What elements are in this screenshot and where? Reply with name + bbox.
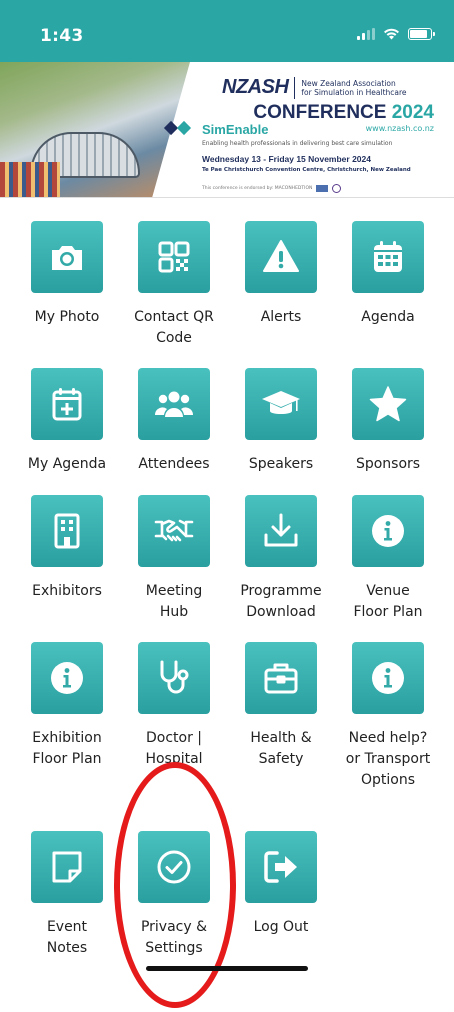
event-notes-button[interactable] [31, 831, 103, 903]
menu-item-programme-download[interactable]: Programme Download [228, 495, 334, 623]
speakers-button[interactable] [245, 368, 317, 440]
endorser-logo-icon [316, 185, 329, 192]
qr-code-icon [158, 241, 190, 273]
menu-item-label: Contact QR Code [134, 309, 214, 346]
star-icon [369, 386, 407, 422]
calendar-plus-icon [52, 388, 82, 421]
menu-item-log-out[interactable]: Log Out [228, 831, 334, 938]
menu-item-label: Exhibition Floor Plan [32, 730, 102, 767]
menu-item-label: Programme Download [240, 583, 322, 620]
menu-item-speakers[interactable]: Speakers [228, 368, 334, 475]
menu-item-label: My Photo [34, 309, 100, 325]
menu-item-label: My Agenda [27, 456, 107, 472]
menu-item-label: Health & Safety [250, 730, 312, 767]
info-icon [372, 662, 404, 694]
my-agenda-button[interactable] [31, 368, 103, 440]
exhibition-floor-plan-button[interactable] [31, 642, 103, 714]
menu-item-exhibitors[interactable]: Exhibitors [14, 495, 120, 602]
agenda-button[interactable] [352, 221, 424, 293]
conference-dates: Wednesday 13 - Friday 15 November 2024 [202, 154, 371, 164]
brand-row: NZASH New Zealand Association for Simula… [222, 76, 407, 99]
sponsors-button[interactable] [352, 368, 424, 440]
menu-item-sponsors[interactable]: Sponsors [335, 368, 441, 475]
sticky-note-icon [52, 851, 82, 883]
menu-item-label: Sponsors [355, 456, 421, 472]
endorsement: This conference is endorsed by: MACONHED… [202, 184, 342, 193]
users-icon [155, 391, 193, 417]
status-time: 1:43 [40, 26, 84, 46]
check-circle-icon [157, 850, 191, 884]
exhibitors-button[interactable] [31, 495, 103, 567]
menu-item-exhibition-floor-plan[interactable]: Exhibition Floor Plan [14, 642, 120, 770]
menu-item-alerts[interactable]: Alerts [228, 221, 334, 328]
conference-theme: SimEnable [202, 122, 269, 137]
menu-item-privacy-settings[interactable]: Privacy & Settings [121, 831, 227, 959]
camera-icon [52, 246, 82, 270]
building-icon [54, 513, 80, 549]
banner-photo [0, 62, 190, 197]
cellular-signal-icon [357, 28, 375, 40]
conference-tagline: Enabling health professionals in deliver… [202, 140, 393, 147]
menu-item-label: Doctor | Hospital [145, 730, 203, 767]
handshake-icon [154, 519, 194, 542]
menu-item-event-notes[interactable]: Event Notes [14, 831, 120, 959]
programme-download-button[interactable] [245, 495, 317, 567]
home-indicator[interactable] [146, 966, 308, 971]
venue-floor-plan-button[interactable] [352, 495, 424, 567]
first-aid-kit-icon [264, 663, 298, 694]
info-icon [51, 662, 83, 694]
stethoscope-icon [160, 660, 189, 694]
conference-banner[interactable]: NZASH New Zealand Association for Simula… [0, 62, 454, 198]
menu-item-venue-floor-plan[interactable]: Venue Floor Plan [335, 495, 441, 623]
menu-item-attendees[interactable]: Attendees [121, 368, 227, 475]
conference-url: www.nzash.co.nz [365, 124, 434, 133]
alerts-button[interactable] [245, 221, 317, 293]
log-out-button[interactable] [245, 831, 317, 903]
diamond-logo-icon [163, 120, 192, 136]
menu-item-label: Speakers [248, 456, 314, 472]
menu-item-doctor-hospital[interactable]: Doctor | Hospital [121, 642, 227, 770]
meeting-hub-button[interactable] [138, 495, 210, 567]
menu-item-need-help[interactable]: Need help? or Transport Options [335, 642, 441, 791]
menu-item-my-agenda[interactable]: My Agenda [14, 368, 120, 475]
calendar-icon [374, 241, 402, 272]
logout-icon [264, 851, 297, 883]
menu-item-label: Log Out [253, 919, 309, 935]
conference-venue: Te Pae Christchurch Convention Centre, C… [202, 167, 411, 173]
status-bar: 1:43 [0, 0, 454, 62]
privacy-settings-button[interactable] [138, 831, 210, 903]
status-icons [357, 28, 435, 40]
download-icon [264, 513, 298, 547]
menu-item-label: Meeting Hub [145, 583, 203, 620]
menu-item-label: Event Notes [46, 919, 88, 956]
my-photo-button[interactable] [31, 221, 103, 293]
menu-item-label: Agenda [361, 309, 415, 325]
menu-item-label: Venue Floor Plan [353, 583, 423, 620]
health-safety-button[interactable] [245, 642, 317, 714]
menu-item-my-photo[interactable]: My Photo [14, 221, 120, 328]
battery-icon [408, 28, 435, 40]
need-help-button[interactable] [352, 642, 424, 714]
menu-item-health-safety[interactable]: Health & Safety [228, 642, 334, 770]
doctor-hospital-button[interactable] [138, 642, 210, 714]
info-icon [372, 515, 404, 547]
contact-qr-code-button[interactable] [138, 221, 210, 293]
wifi-icon [384, 28, 399, 40]
attendees-button[interactable] [138, 368, 210, 440]
menu-item-meeting-hub[interactable]: Meeting Hub [121, 495, 227, 623]
graduation-cap-icon [262, 391, 300, 414]
menu-item-contact-qr-code[interactable]: Contact QR Code [121, 221, 227, 349]
brand-full-name: New Zealand Association for Simulation i… [301, 78, 407, 97]
warning-icon [263, 240, 299, 272]
conference-title: CONFERENCE 2024 [253, 102, 434, 123]
brand-logo: NZASH [222, 76, 289, 98]
menu-item-agenda[interactable]: Agenda [335, 221, 441, 328]
endorser-logo-icon [332, 184, 342, 193]
menu-item-label: Privacy & Settings [140, 919, 208, 956]
menu-item-label: Attendees [138, 456, 210, 472]
menu-item-label: Alerts [260, 309, 302, 325]
menu-item-label: Exhibitors [32, 583, 102, 599]
menu-item-label: Need help? or Transport Options [345, 730, 431, 788]
